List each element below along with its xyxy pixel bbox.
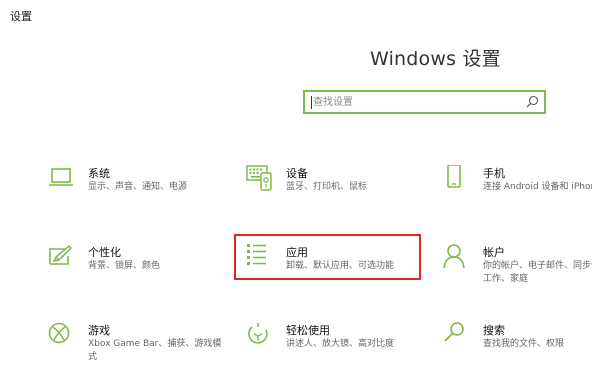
person-icon bbox=[443, 244, 465, 269]
tile-phone-desc: 连接 Android 设备和 iPhone bbox=[483, 182, 592, 192]
keyboard-icon bbox=[246, 165, 272, 191]
tile-personalization-name: 个性化 bbox=[88, 246, 121, 259]
tile-search-desc: 查找我的文件、权限 bbox=[483, 339, 565, 349]
tile-personalization-desc: 背景、锁屏、颜色 bbox=[88, 261, 161, 271]
window-title: 设置 bbox=[10, 10, 32, 23]
tile-system-desc: 显示、声音、通知、电源 bbox=[88, 182, 188, 192]
search-icon[interactable] bbox=[524, 94, 540, 110]
tile-devices-desc: 蓝牙、打印机、鼠标 bbox=[286, 182, 368, 192]
tile-gaming[interactable]: 游戏 Xbox Game Bar、捕获、游戏模式 bbox=[48, 322, 228, 372]
phone-icon bbox=[447, 165, 461, 188]
tile-gaming-name: 游戏 bbox=[88, 324, 110, 337]
tile-devices[interactable]: 设备 蓝牙、打印机、鼠标 bbox=[246, 165, 426, 215]
search-box[interactable] bbox=[303, 90, 546, 114]
tile-accounts-desc: 你的帐户、电子邮件、同步设置、工作、家庭 bbox=[483, 261, 592, 284]
title-bar: 设置 bbox=[0, 0, 592, 28]
paint-icon bbox=[49, 244, 73, 265]
magnifier-icon bbox=[444, 322, 464, 342]
page-title: Windows 设置 bbox=[370, 48, 501, 70]
tile-ease-of-access[interactable]: 轻松使用 讲述人、放大镜、高对比度 bbox=[246, 322, 426, 372]
search-input[interactable] bbox=[313, 93, 513, 111]
ease-of-access-icon bbox=[248, 323, 268, 344]
tile-ease-of-access-name: 轻松使用 bbox=[286, 324, 330, 337]
laptop-icon bbox=[49, 168, 73, 186]
highlight-box bbox=[234, 234, 421, 280]
xbox-icon bbox=[48, 322, 70, 344]
text-caret bbox=[311, 96, 312, 109]
tile-gaming-desc: Xbox Game Bar、捕获、游戏模式 bbox=[88, 339, 222, 362]
tile-search[interactable]: 搜索 查找我的文件、权限 bbox=[443, 322, 592, 372]
tile-phone[interactable]: 手机 连接 Android 设备和 iPhone bbox=[443, 165, 592, 215]
tile-system-name: 系统 bbox=[88, 167, 110, 180]
tile-system[interactable]: 系统 显示、声音、通知、电源 bbox=[48, 165, 228, 215]
tile-accounts[interactable]: 帐户 你的帐户、电子邮件、同步设置、工作、家庭 bbox=[443, 244, 592, 294]
tile-ease-of-access-desc: 讲述人、放大镜、高对比度 bbox=[286, 339, 395, 349]
tile-search-name: 搜索 bbox=[483, 324, 505, 337]
tile-personalization[interactable]: 个性化 背景、锁屏、颜色 bbox=[48, 244, 228, 294]
tile-accounts-name: 帐户 bbox=[483, 246, 505, 259]
tile-phone-name: 手机 bbox=[483, 167, 505, 180]
tile-devices-name: 设备 bbox=[286, 167, 308, 180]
